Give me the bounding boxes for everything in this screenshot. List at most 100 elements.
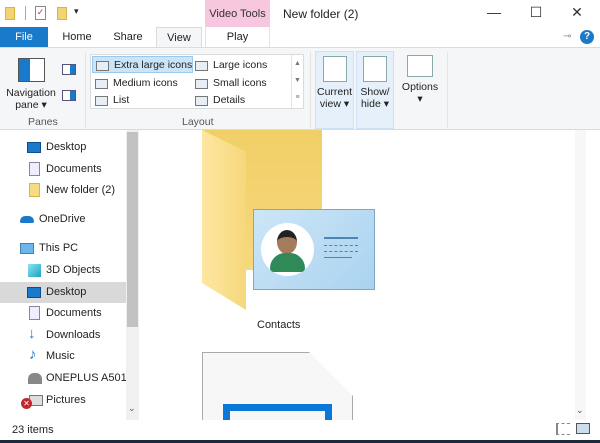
avatar-icon bbox=[261, 223, 314, 276]
current-view-icon bbox=[322, 56, 347, 82]
nav-item-this-pc[interactable]: This PC bbox=[0, 238, 126, 259]
folder-front-icon bbox=[202, 130, 246, 310]
options-icon bbox=[407, 55, 433, 77]
layout-details[interactable]: Details bbox=[192, 92, 245, 109]
label: Medium icons bbox=[113, 77, 178, 89]
show-hide-button[interactable]: Show/hide ▾ bbox=[356, 51, 394, 129]
nav-item-onedrive[interactable]: OneDrive bbox=[0, 209, 126, 230]
help-icon[interactable]: ? bbox=[580, 30, 594, 44]
label: Music bbox=[46, 350, 75, 362]
music-note-icon: ♪ bbox=[29, 346, 37, 363]
large-icons-icon bbox=[195, 61, 208, 71]
documents-icon bbox=[29, 306, 40, 320]
details-view-icon[interactable] bbox=[556, 423, 570, 435]
contact-card-icon bbox=[253, 209, 375, 290]
nav-item-downloads[interactable]: ↓ Downloads bbox=[0, 325, 126, 346]
label: ▾ bbox=[417, 93, 423, 105]
layout-group-label: Layout bbox=[182, 116, 214, 128]
nav-scrollbar[interactable]: ⌄ bbox=[126, 130, 139, 420]
details-icon bbox=[195, 96, 208, 106]
nav-item-3d-objects[interactable]: 3D Objects bbox=[0, 260, 126, 281]
item-label: Contacts bbox=[257, 319, 301, 331]
nav-item-desktop[interactable]: Desktop bbox=[0, 137, 126, 158]
label: Options bbox=[401, 81, 439, 93]
divider bbox=[25, 6, 26, 20]
folder-item-contacts[interactable]: Contacts bbox=[139, 130, 375, 340]
divider bbox=[85, 52, 86, 128]
properties-icon[interactable]: ✓ bbox=[35, 6, 46, 20]
divider bbox=[310, 52, 311, 128]
content-scrollbar[interactable]: ⌄ bbox=[575, 130, 586, 420]
close-button[interactable]: ✕ bbox=[567, 4, 587, 21]
folder-icon bbox=[29, 183, 40, 197]
nav-item-pictures[interactable]: ✕ Pictures bbox=[0, 390, 126, 411]
tab-share[interactable]: Share bbox=[106, 27, 150, 48]
card-line bbox=[324, 257, 352, 258]
nav-item-oneplus[interactable]: ONEPLUS A5010 bbox=[0, 368, 126, 389]
nav-item-desktop-selected[interactable]: Desktop bbox=[0, 282, 126, 303]
3d-objects-icon bbox=[28, 264, 41, 277]
ribbon: Navigation pane ▾ Panes Extra large icons… bbox=[0, 47, 600, 130]
tab-play[interactable]: Play bbox=[205, 27, 270, 48]
error-badge-icon: ✕ bbox=[21, 398, 32, 409]
layout-medium-icons[interactable]: Medium icons bbox=[92, 75, 178, 92]
large-icons-view-icon[interactable] bbox=[576, 423, 590, 434]
documents-icon bbox=[29, 162, 40, 176]
label: Details bbox=[213, 94, 246, 106]
maximize-button[interactable]: ☐ bbox=[526, 4, 546, 21]
tab-home[interactable]: Home bbox=[55, 27, 99, 48]
nav-item-new-folder-2[interactable]: New folder (2) bbox=[0, 180, 126, 201]
label: Documents bbox=[46, 163, 102, 175]
window-title: New folder (2) bbox=[283, 7, 359, 21]
file-item-icon[interactable] bbox=[202, 352, 353, 420]
minimize-button[interactable]: — bbox=[484, 4, 504, 20]
video-tools-label: Video Tools bbox=[205, 0, 270, 27]
label: view ▾ bbox=[319, 98, 350, 110]
details-pane-icon[interactable] bbox=[62, 90, 76, 101]
scroll-down-icon[interactable]: ⌄ bbox=[576, 405, 584, 416]
show-hide-icon bbox=[363, 56, 387, 82]
navigation-pane-label-2: pane ▾ bbox=[15, 99, 47, 111]
ribbon-tabs: File Home Share View Play ⊸ ? bbox=[0, 27, 600, 48]
navigation-pane-button[interactable]: Navigation pane ▾ bbox=[4, 87, 58, 111]
navigation-pane: Desktop Documents New folder (2) OneDriv… bbox=[0, 130, 126, 420]
label: OneDrive bbox=[39, 213, 86, 225]
divider bbox=[447, 52, 448, 128]
label: ONEPLUS A5010 bbox=[46, 372, 126, 384]
device-icon bbox=[28, 373, 42, 384]
layout-large-icons[interactable]: Large icons bbox=[192, 57, 267, 74]
layout-small-icons[interactable]: Small icons bbox=[192, 75, 267, 92]
label: 3D Objects bbox=[46, 264, 101, 276]
tab-file[interactable]: File bbox=[0, 27, 48, 48]
card-line bbox=[324, 245, 358, 246]
preview-pane-icon[interactable] bbox=[62, 64, 76, 75]
desktop-icon bbox=[27, 142, 41, 153]
new-folder-icon[interactable] bbox=[57, 7, 67, 20]
scroll-down-icon[interactable]: ⌄ bbox=[128, 403, 136, 414]
options-button[interactable]: Options ▾ bbox=[398, 51, 442, 129]
tab-view[interactable]: View bbox=[156, 27, 202, 48]
list-icon bbox=[95, 96, 108, 106]
card-line bbox=[324, 237, 358, 239]
navigation-pane-icon[interactable] bbox=[18, 58, 45, 82]
panes-group-label: Panes bbox=[28, 116, 58, 128]
layout-list[interactable]: List bbox=[92, 92, 129, 109]
label: Desktop bbox=[46, 286, 87, 298]
nav-item-documents[interactable]: Documents bbox=[0, 303, 126, 324]
customize-quick-access-icon[interactable]: ▾ bbox=[74, 6, 79, 17]
nav-item-music[interactable]: ♪ Music bbox=[0, 346, 126, 367]
label: Downloads bbox=[46, 329, 101, 341]
status-bar: 23 items bbox=[0, 420, 600, 440]
this-pc-icon bbox=[20, 243, 34, 254]
gallery-scroll[interactable]: ▲ ▼ ≡ bbox=[291, 55, 303, 108]
layout-extra-large-icons[interactable]: Extra large icons bbox=[92, 56, 194, 73]
file-thumbnail bbox=[223, 404, 332, 420]
nav-item-documents[interactable]: Documents bbox=[0, 159, 126, 180]
pin-ribbon-icon[interactable]: ⊸ bbox=[563, 31, 571, 42]
extra-large-icons-icon bbox=[96, 61, 109, 71]
current-view-button[interactable]: Current view ▾ bbox=[315, 51, 354, 129]
label: This PC bbox=[39, 242, 79, 254]
label: Documents bbox=[46, 307, 102, 319]
title-bar: ✓ ▾ Video Tools New folder (2) — ☐ ✕ bbox=[0, 0, 600, 27]
nav-scrollbar-thumb[interactable] bbox=[127, 132, 138, 327]
